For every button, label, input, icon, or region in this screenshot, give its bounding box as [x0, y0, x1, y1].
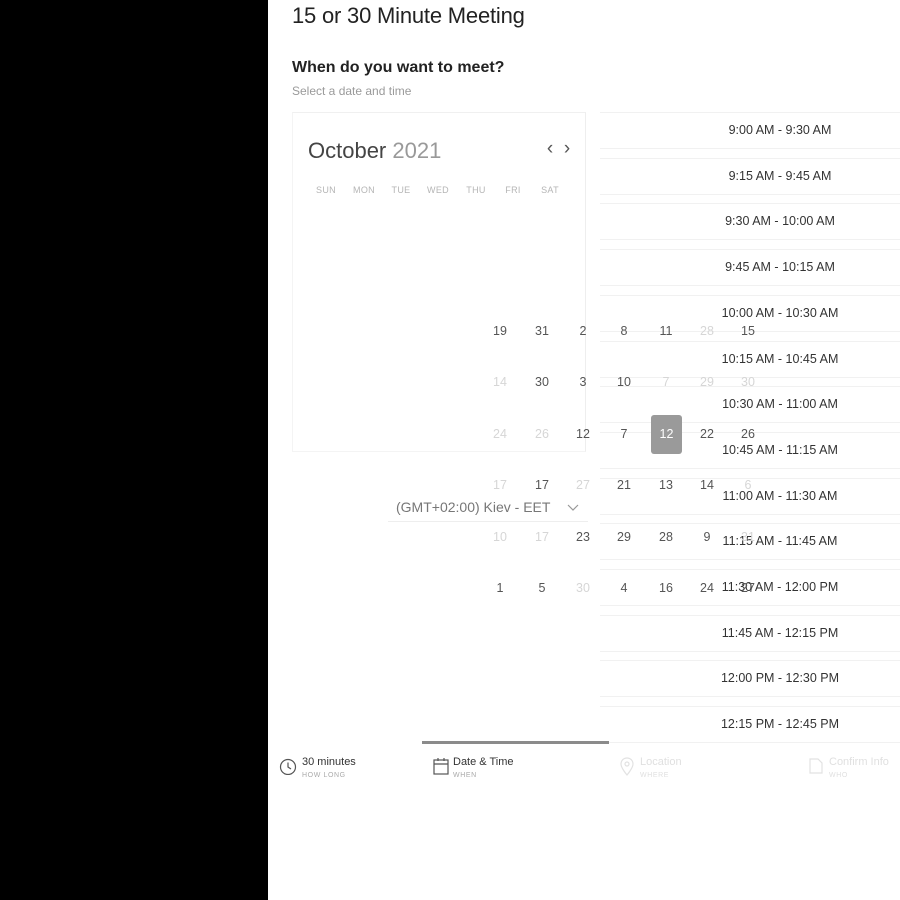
calendar-day[interactable]: 6: [730, 467, 766, 503]
calendar-day[interactable]: 8: [606, 313, 642, 349]
prev-month-button[interactable]: ‹: [542, 138, 558, 160]
weekday-sat: SAT: [541, 185, 559, 195]
calendar-day[interactable]: 15: [730, 313, 766, 349]
step-location-sub: WHERE: [640, 772, 670, 779]
clock-icon: [279, 757, 297, 780]
calendar-day[interactable]: 12: [565, 416, 601, 452]
time-slot[interactable]: 11:45 AM - 12:15 PM: [600, 614, 900, 652]
calendar-day[interactable]: 5: [524, 570, 560, 606]
step-duration-sub: HOW LONG: [302, 772, 346, 779]
timezone-select[interactable]: (GMT+02:00) Kiev - EET: [388, 494, 588, 522]
calendar-day[interactable]: 28: [689, 313, 725, 349]
step-progress-bar: [422, 741, 609, 744]
document-icon: [809, 757, 823, 780]
weekday-fri: FRI: [505, 185, 521, 195]
calendar-day[interactable]: 31: [524, 313, 560, 349]
calendar-day[interactable]: 16: [648, 570, 684, 606]
step-confirm-sub: WHO: [829, 772, 848, 779]
calendar-day[interactable]: 7: [606, 416, 642, 452]
year-label: 2021: [392, 138, 442, 163]
calendar-day[interactable]: 7: [648, 364, 684, 400]
calendar-day[interactable]: 14: [482, 364, 518, 400]
time-slot[interactable]: 9:30 AM - 10:00 AM: [600, 203, 900, 241]
step-confirm-label: Confirm Info: [829, 756, 889, 768]
calendar-day[interactable]: 30: [730, 364, 766, 400]
next-month-button[interactable]: ›: [559, 138, 575, 160]
calendar-day[interactable]: 26: [730, 416, 766, 452]
calendar-day[interactable]: 31: [730, 519, 766, 555]
calendar-day[interactable]: 9: [689, 519, 725, 555]
chevron-left-icon: ‹: [546, 138, 554, 159]
calendar-day[interactable]: 11: [648, 313, 684, 349]
calendar-day[interactable]: 14: [689, 467, 725, 503]
calendar-day[interactable]: 10: [606, 364, 642, 400]
calendar-day[interactable]: 4: [606, 570, 642, 606]
weekday-tue: TUE: [391, 185, 411, 195]
step-date-time-sub: WHEN: [453, 772, 477, 779]
weekday-wed: WED: [427, 185, 449, 195]
calendar-day[interactable]: 21: [606, 467, 642, 503]
calendar-day[interactable]: 27: [730, 570, 766, 606]
calendar-day[interactable]: 1: [482, 570, 518, 606]
calendar-day[interactable]: 3: [565, 364, 601, 400]
calendar-day[interactable]: 2: [565, 313, 601, 349]
calendar-day[interactable]: 30: [524, 364, 560, 400]
chevron-right-icon: ›: [563, 138, 571, 159]
calendar-day[interactable]: 28: [648, 519, 684, 555]
calendar-day[interactable]: 24: [482, 416, 518, 452]
section-hint: Select a date and time: [292, 84, 412, 98]
section-heading: When do you want to meet?: [292, 59, 505, 76]
time-slot[interactable]: 9:45 AM - 10:15 AM: [600, 249, 900, 287]
calendar-day[interactable]: 13: [648, 467, 684, 503]
calendar-day[interactable]: 22: [689, 416, 725, 452]
step-location-label: Location: [640, 756, 682, 768]
calendar-day[interactable]: 29: [606, 519, 642, 555]
time-slot[interactable]: 12:00 PM - 12:30 PM: [600, 660, 900, 698]
calendar-day[interactable]: 30: [565, 570, 601, 606]
time-slot[interactable]: 9:15 AM - 9:45 AM: [600, 157, 900, 195]
location-pin-icon: [620, 757, 634, 782]
step-date-time-label: Date & Time: [453, 756, 514, 768]
calendar-day[interactable]: 29: [689, 364, 725, 400]
weekday-thu: THU: [466, 185, 486, 195]
weekday-mon: MON: [353, 185, 375, 195]
calendar-day[interactable]: 10: [482, 519, 518, 555]
month-year-label: October 2021: [308, 138, 441, 164]
calendar-day-selected[interactable]: 12: [651, 415, 682, 454]
calendar-day[interactable]: 19: [482, 313, 518, 349]
calendar-day-grid: 19 31 2 8 11 28 15 14 30 3 10 7 29 30 24 26 12 7 12 22 26 17 1…: [480, 311, 770, 611]
weekday-sun: SUN: [316, 185, 336, 195]
time-slot[interactable]: 9:00 AM - 9:30 AM: [600, 112, 900, 149]
calendar-day[interactable]: 17: [524, 519, 560, 555]
page-title: 15 or 30 Minute Meeting: [292, 3, 525, 28]
calendar-day[interactable]: 23: [565, 519, 601, 555]
time-slot[interactable]: 12:15 PM - 12:45 PM: [600, 706, 900, 744]
calendar-icon: [433, 757, 449, 780]
step-duration-label: 30 minutes: [302, 756, 356, 768]
chevron-down-icon: [566, 500, 580, 514]
calendar-day[interactable]: 26: [524, 416, 560, 452]
calendar-day[interactable]: 24: [689, 570, 725, 606]
month-label: October: [308, 138, 387, 163]
